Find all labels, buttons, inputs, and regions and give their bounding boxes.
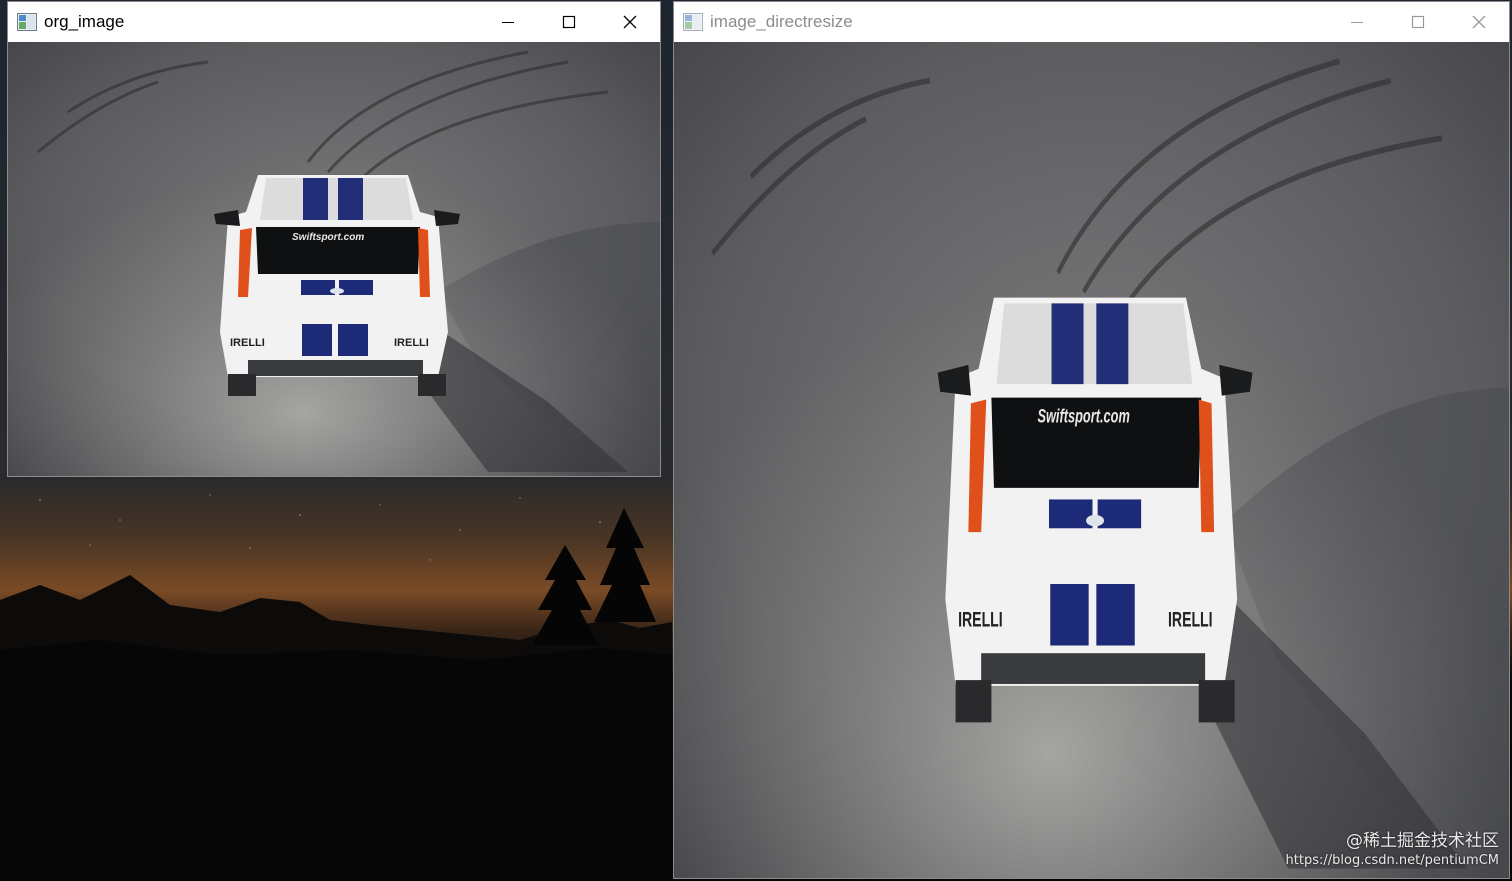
maximize-icon: [562, 15, 575, 29]
sponsor-text-right: IRELLI: [1168, 607, 1213, 631]
rally-car-photo-resized: Swiftsport.com IRELLI IRELLI: [674, 42, 1509, 878]
title-bar[interactable]: image_directresize: [674, 2, 1509, 42]
close-icon: [1472, 15, 1485, 29]
minimize-icon: [501, 22, 514, 23]
maximize-button[interactable]: [538, 2, 599, 42]
app-window-icon: [17, 13, 37, 31]
watermark: @稀土掘金技术社区 https://blog.csdn.net/pentiumC…: [1286, 831, 1499, 870]
org-image-window[interactable]: org_image Swiftsport.com IRELLI IRELLI: [7, 1, 661, 477]
close-button[interactable]: [599, 2, 660, 42]
window-title: image_directresize: [710, 12, 853, 31]
title-bar[interactable]: org_image: [8, 2, 660, 42]
window-title: org_image: [44, 12, 125, 31]
maximize-button[interactable]: [1387, 2, 1448, 42]
close-button[interactable]: [1448, 2, 1509, 42]
app-window-icon: [683, 13, 703, 31]
sponsor-text-left: IRELLI: [958, 607, 1003, 631]
rally-car-photo: Swiftsport.com IRELLI IRELLI: [8, 42, 660, 476]
sponsor-text-left: IRELLI: [230, 337, 265, 349]
watermark-url: https://blog.csdn.net/pentiumCM: [1285, 853, 1499, 868]
close-icon: [623, 15, 636, 29]
maximize-icon: [1411, 15, 1424, 29]
image-directresize-window[interactable]: image_directresize Swiftsport.com IRELLI…: [673, 1, 1510, 879]
image-canvas: Swiftsport.com IRELLI IRELLI: [8, 42, 660, 476]
watermark-site: @稀土掘金技术社区: [1346, 831, 1499, 851]
sticker-text: Swiftsport.com: [292, 232, 364, 243]
sponsor-text-right: IRELLI: [394, 337, 429, 349]
minimize-button[interactable]: [477, 2, 538, 42]
image-canvas: Swiftsport.com IRELLI IRELLI @稀土掘金技术社区 h…: [674, 42, 1509, 878]
minimize-button[interactable]: [1326, 2, 1387, 42]
sticker-text: Swiftsport.com: [1037, 406, 1129, 427]
minimize-icon: [1350, 22, 1363, 23]
